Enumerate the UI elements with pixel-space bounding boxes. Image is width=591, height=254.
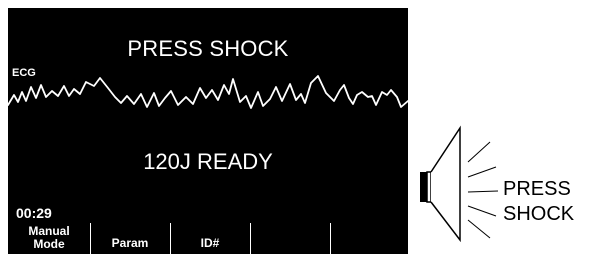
energy-status: 120J READY <box>143 149 273 174</box>
voice-prompt-line1: PRESS <box>503 178 571 200</box>
sound-wave-line <box>467 141 491 163</box>
softkey-5[interactable] <box>330 223 408 254</box>
ecg-waveform <box>8 75 408 109</box>
softkey-divider <box>250 223 251 254</box>
shock-prompt: PRESS SHOCK <box>127 36 289 61</box>
id-label: ID# <box>200 236 220 250</box>
sound-wave-line <box>467 219 491 239</box>
elapsed-timer: 00:29 <box>16 205 52 221</box>
id-softkey[interactable]: ID# <box>170 223 250 254</box>
softkey-4[interactable] <box>250 223 330 254</box>
softkey-divider <box>170 223 171 254</box>
manual-mode-label-line2: Mode <box>33 237 65 251</box>
param-softkey[interactable]: Param <box>90 223 170 254</box>
softkey-divider <box>330 223 331 254</box>
voice-prompt-label: PRESS SHOCK <box>503 177 574 227</box>
sound-wave-line <box>467 166 497 178</box>
sound-wave-line <box>467 190 499 193</box>
defibrillator-display: PRESS SHOCK ECG 120J READY 00:29 Manual … <box>8 8 408 254</box>
speaker-cone <box>430 125 461 242</box>
voice-prompt-line2: SHOCK <box>503 203 575 225</box>
speaker-icon <box>420 125 499 242</box>
param-label: Param <box>111 236 149 250</box>
softkey-divider <box>90 223 91 254</box>
manual-mode-softkey[interactable]: Manual Mode <box>8 223 90 254</box>
speaker-magnet <box>420 172 427 202</box>
speaker-body <box>426 171 432 203</box>
softkey-row: Manual Mode Param ID# <box>8 223 408 254</box>
sound-wave-line <box>467 205 497 217</box>
